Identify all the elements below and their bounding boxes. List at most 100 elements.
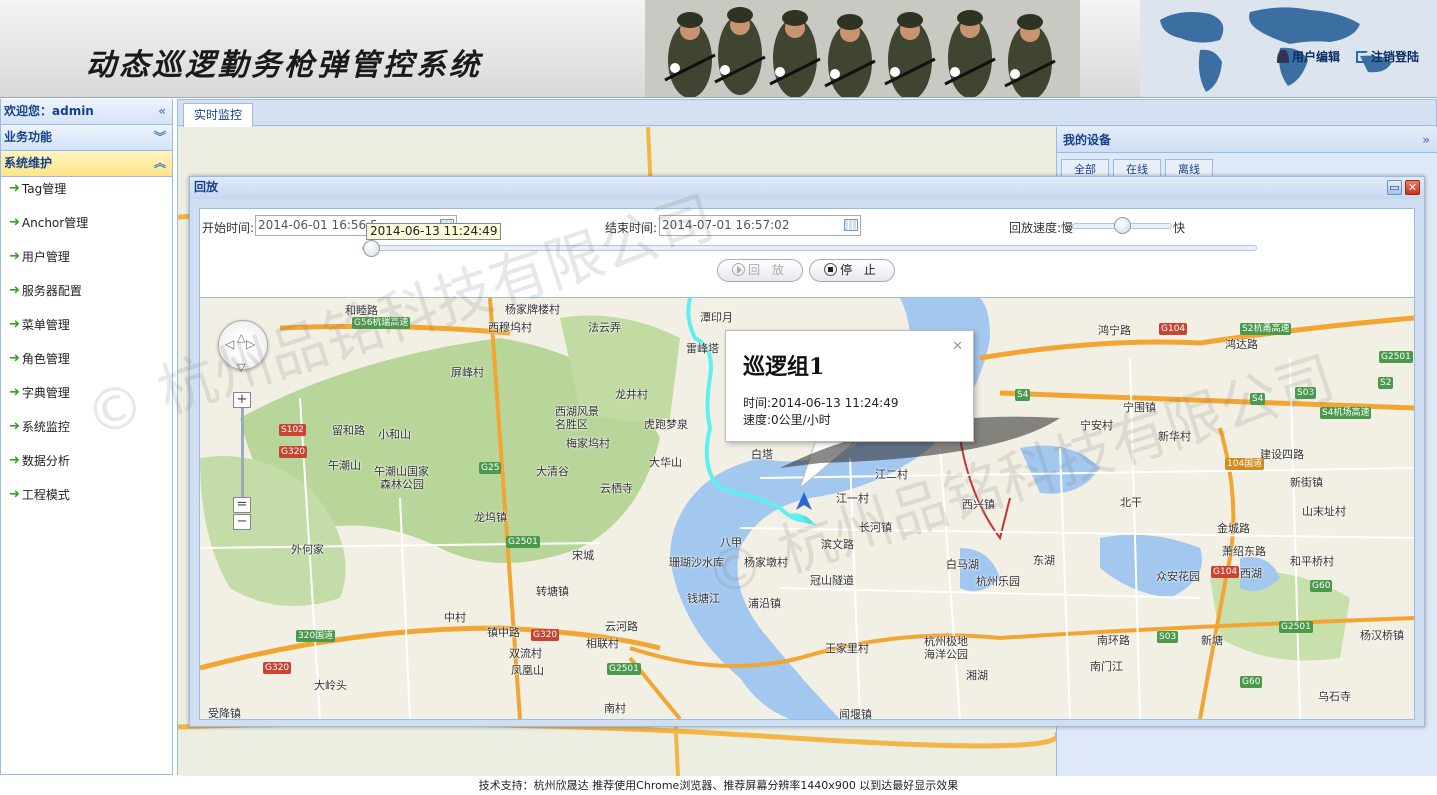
sidebar-section-maintenance[interactable]: 系统维护 ︽ xyxy=(1,151,172,177)
user-edit-link[interactable]: 用户编辑 xyxy=(1276,48,1340,65)
road-label: G2501 xyxy=(506,536,540,548)
map-label: 建设四路 xyxy=(1260,448,1304,461)
road-label: S2杭甬高速 xyxy=(1240,323,1292,335)
map-label: 众安花园 xyxy=(1156,570,1200,583)
road-label: S4 xyxy=(1250,393,1266,405)
sidebar-item-users[interactable]: ➜ 用户管理 xyxy=(1,247,172,281)
end-time-label: 结束时间: xyxy=(605,221,658,235)
menu-label: 服务器配置 xyxy=(21,284,82,298)
map-label: 西穆坞村 xyxy=(488,321,532,334)
road-label: G2501 xyxy=(607,663,641,675)
end-time-input[interactable]: 2014-07-01 16:57:02 xyxy=(659,215,861,236)
sidebar-item-monitoring[interactable]: ➜ 系统监控 xyxy=(1,417,172,451)
map-label: 乌石寺 xyxy=(1318,690,1351,703)
sidebar-menu: ➜ Tag管理 ➜ Anchor管理 ➜ 用户管理 ➜ 服务器配置 ➜ 菜单管理 ➜ 角色管… xyxy=(1,177,172,519)
map-label: 南村 xyxy=(604,702,626,715)
collapse-icon[interactable]: « xyxy=(158,99,166,123)
map-pan-control[interactable] xyxy=(218,320,268,383)
map-label: 大清谷 xyxy=(536,465,569,478)
map-label: 江二村 xyxy=(875,468,908,481)
section-label: 业务功能 xyxy=(4,130,53,144)
map-label: 转塘镇 xyxy=(536,585,569,598)
map-label: 云栖寺 xyxy=(600,482,633,495)
speed-slider-handle[interactable] xyxy=(1114,217,1131,234)
sidebar-item-server-config[interactable]: ➜ 服务器配置 xyxy=(1,281,172,315)
map-label: 宋城 xyxy=(572,549,594,562)
map-label: 杨汉桥镇 xyxy=(1360,629,1404,642)
map-label: 留和路 xyxy=(332,424,365,437)
arrow-right-icon: ➜ xyxy=(9,283,20,298)
sidebar-item-anchor[interactable]: ➜ Anchor管理 xyxy=(1,213,172,247)
stop-button[interactable]: 停 止 xyxy=(809,259,895,282)
map-label: 和平桥村 xyxy=(1290,555,1334,568)
timeline-tooltip: 2014-06-13 11:24:49 xyxy=(366,223,502,240)
road-label: G60 xyxy=(1240,676,1263,688)
sidebar: 欢迎您：admin « 业务功能 ︾ 系统维护 ︽ ➜ Tag管理 ➜ Anchor管理 … xyxy=(0,99,173,775)
sidebar-welcome[interactable]: 欢迎您：admin « xyxy=(1,99,172,125)
zoom-in-button[interactable]: + xyxy=(233,392,251,408)
sidebar-item-tag[interactable]: ➜ Tag管理 xyxy=(1,179,172,213)
map-label: 虎跑梦泉 xyxy=(644,418,688,431)
welcome-text: 欢迎您：admin xyxy=(4,104,94,118)
sidebar-item-analytics[interactable]: ➜ 数据分析 xyxy=(1,451,172,485)
map-label: 名胜区 xyxy=(555,418,588,431)
close-icon[interactable]: ✕ xyxy=(952,339,963,354)
logout-icon xyxy=(1355,50,1368,63)
stop-icon xyxy=(824,263,838,276)
play-label: 回 放 xyxy=(748,263,788,277)
road-label: G320 xyxy=(279,446,308,458)
sidebar-section-business[interactable]: 业务功能 ︾ xyxy=(1,125,172,151)
popup-time: 时间:2014-06-13 11:24:49 xyxy=(743,396,899,410)
zoom-slider[interactable] xyxy=(241,408,244,498)
map-label: 山末址村 xyxy=(1302,505,1346,518)
tab-realtime-monitor[interactable]: 实时监控 xyxy=(183,103,254,127)
map-label: 浦沿镇 xyxy=(748,597,781,610)
menu-label: Anchor管理 xyxy=(21,216,89,230)
user-edit-label: 用户编辑 xyxy=(1291,50,1340,64)
road-label: S03 xyxy=(1295,387,1317,399)
arrow-right-icon: ➜ xyxy=(9,419,20,434)
collapse-icon[interactable]: » xyxy=(1422,127,1430,153)
timeline-slider-track[interactable] xyxy=(362,245,1257,251)
logout-link[interactable]: 注销登陆 xyxy=(1355,48,1419,65)
sidebar-item-dictionary[interactable]: ➜ 字典管理 xyxy=(1,383,172,417)
map-label: 杨家墩村 xyxy=(744,556,788,569)
popup-title: 巡逻组1 xyxy=(743,354,825,380)
map-label: 小和山 xyxy=(378,428,411,441)
map-label: 新华村 xyxy=(1158,430,1191,443)
road-label: S4机场高速 xyxy=(1320,407,1372,419)
sidebar-item-roles[interactable]: ➜ 角色管理 xyxy=(1,349,172,383)
calendar-icon[interactable] xyxy=(844,219,858,231)
map-label: 龙坞镇 xyxy=(474,511,507,524)
playback-map[interactable]: 和睦路 杨家牌楼村 西穆坞村 法云弄 潭印月 雷峰塔 屏峰村 龙井村 西湖风景 … xyxy=(200,298,1414,719)
sidebar-item-engineering[interactable]: ➜ 工程模式 xyxy=(1,485,172,519)
zoom-handle[interactable]: = xyxy=(233,497,251,513)
map-label: 珊瑚沙水库 xyxy=(669,556,724,569)
dialog-title: 回放 xyxy=(194,180,219,194)
speed-fast-label: 快 xyxy=(1173,221,1186,235)
logout-label: 注销登陆 xyxy=(1370,50,1419,64)
road-label: S102 xyxy=(279,424,306,436)
dialog-header: 回放 ▭ ✕ xyxy=(190,177,1424,199)
map-label: 大华山 xyxy=(649,456,682,469)
start-time-value: 2014-06-01 16:56:5 xyxy=(258,218,378,232)
sidebar-item-menus[interactable]: ➜ 菜单管理 xyxy=(1,315,172,349)
menu-label: 菜单管理 xyxy=(21,318,70,332)
map-label: 双流村 xyxy=(509,647,542,660)
map-label: 雷峰塔 xyxy=(686,342,719,355)
map-label: 西湖 xyxy=(1240,567,1262,580)
road-label: G104 xyxy=(1211,566,1240,578)
road-label: G320 xyxy=(263,662,292,674)
map-label: 鸿宁路 xyxy=(1098,324,1131,337)
arrow-right-icon: ➜ xyxy=(9,215,20,230)
close-icon[interactable]: ✕ xyxy=(1405,180,1420,195)
chevron-down-icon: ︾ xyxy=(153,130,166,144)
play-button[interactable]: 回 放 xyxy=(717,259,803,282)
speed-slow-label: 回放速度:慢 xyxy=(1009,221,1074,235)
timeline-slider-handle[interactable] xyxy=(362,240,380,257)
header-links: 用户编辑 注销登陆 xyxy=(1276,48,1419,65)
map-label: 金城路 xyxy=(1217,522,1250,535)
maximize-icon[interactable]: ▭ xyxy=(1387,180,1402,195)
arrow-right-icon: ➜ xyxy=(9,385,20,400)
zoom-out-button[interactable]: − xyxy=(233,514,251,530)
